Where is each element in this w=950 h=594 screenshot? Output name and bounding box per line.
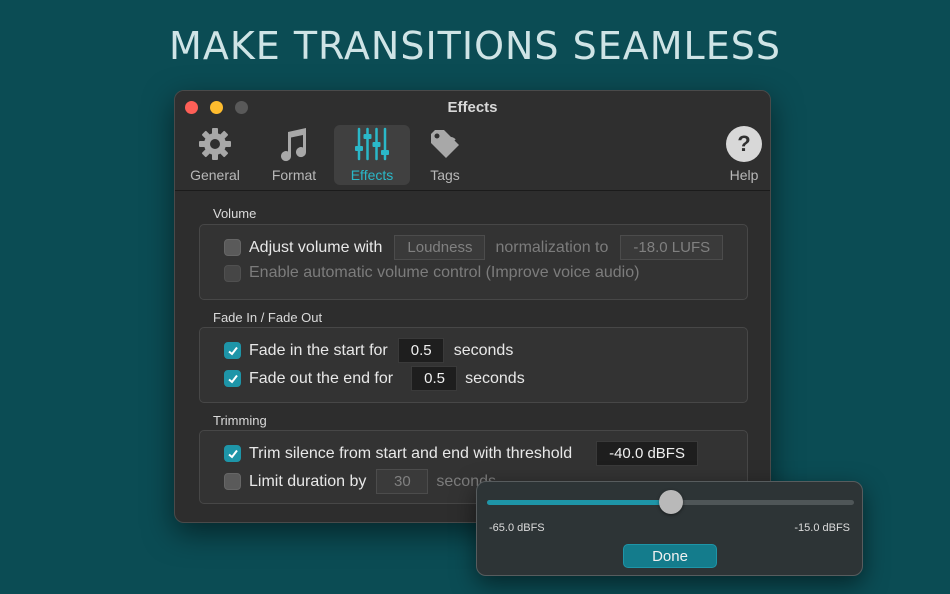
- threshold-popover: -65.0 dBFS -15.0 dBFS Done: [476, 481, 863, 576]
- fade-out-checkbox[interactable]: [224, 370, 241, 387]
- target-loudness-field[interactable]: -18.0 LUFS: [620, 235, 724, 260]
- fade-out-duration-field[interactable]: 0.5: [411, 366, 458, 391]
- auto-volume-row: Enable automatic volume control (Improve…: [224, 264, 639, 282]
- fade-in-checkbox[interactable]: [224, 342, 241, 359]
- headline: MAKE TRANSITIONS SEAMLESS: [169, 24, 781, 68]
- fade-out-unit: seconds: [465, 369, 525, 387]
- slider-min-label: -65.0 dBFS: [489, 522, 545, 534]
- done-button[interactable]: Done: [623, 544, 717, 568]
- fade-in-row: Fade in the start for 0.5 seconds: [224, 338, 513, 363]
- limit-duration-label: Limit duration by: [249, 472, 367, 490]
- volume-section-title: Volume: [213, 206, 257, 221]
- sliders-icon: [354, 125, 390, 163]
- tab-format[interactable]: Format: [256, 125, 332, 185]
- help-icon: ?: [726, 125, 762, 163]
- gear-icon: [197, 125, 233, 163]
- fade-section-title: Fade In / Fade Out: [213, 310, 323, 325]
- trim-silence-label: Trim silence from start and end with thr…: [249, 444, 573, 462]
- tab-general[interactable]: General: [177, 125, 253, 185]
- limit-duration-row: Limit duration by 30 seconds: [224, 469, 496, 494]
- help-button[interactable]: ? Help: [706, 125, 770, 185]
- threshold-slider-thumb[interactable]: [658, 490, 683, 514]
- auto-volume-label: Enable automatic volume control (Improve…: [249, 264, 640, 281]
- fade-in-unit: seconds: [453, 341, 514, 359]
- tab-label: General: [190, 167, 240, 183]
- settings-content: Volume Adjust volume with Loudness norma…: [175, 191, 770, 522]
- tab-label: Tags: [430, 167, 460, 183]
- adjust-volume-checkbox[interactable]: [224, 239, 241, 256]
- adjust-volume-label: Adjust volume with: [249, 238, 383, 256]
- effects-window: Effects General Format Effects Tags ? He…: [174, 90, 771, 523]
- fade-group: Fade in the start for 0.5 seconds Fade o…: [199, 327, 748, 403]
- threshold-field[interactable]: -40.0 dBFS: [596, 441, 698, 466]
- normalization-label: normalization to: [495, 238, 609, 256]
- threshold-slider[interactable]: [487, 490, 854, 514]
- fade-in-duration-field[interactable]: 0.5: [397, 338, 444, 363]
- fade-in-label: Fade in the start for: [249, 341, 388, 359]
- tab-tags[interactable]: Tags: [407, 125, 483, 185]
- title-bar: Effects General Format Effects Tags ? He…: [175, 91, 770, 191]
- help-glyph: ?: [726, 126, 762, 162]
- fade-out-row: Fade out the end for 0.5 seconds: [224, 366, 525, 391]
- limit-duration-field[interactable]: 30: [376, 469, 429, 494]
- tab-label: Help: [729, 167, 759, 183]
- loudness-mode-select[interactable]: Loudness: [394, 235, 486, 260]
- tag-icon: [427, 125, 463, 163]
- volume-group: Adjust volume with Loudness normalizatio…: [199, 224, 748, 300]
- fade-out-label: Fade out the end for: [249, 369, 394, 387]
- music-note-icon: [276, 125, 312, 163]
- trim-silence-row: Trim silence from start and end with thr…: [224, 441, 698, 466]
- window-title: Effects: [447, 99, 498, 116]
- limit-duration-checkbox[interactable]: [224, 473, 241, 490]
- tab-label: Effects: [350, 167, 394, 183]
- tab-label: Format: [271, 167, 317, 183]
- tab-effects[interactable]: Effects: [334, 125, 410, 185]
- slider-max-label: -15.0 dBFS: [794, 522, 850, 534]
- threshold-slider-fill: [487, 500, 671, 505]
- trimming-section-title: Trimming: [213, 413, 267, 428]
- trim-silence-checkbox[interactable]: [224, 445, 241, 462]
- adjust-volume-row: Adjust volume with Loudness normalizatio…: [224, 235, 724, 260]
- auto-volume-checkbox[interactable]: [224, 264, 241, 282]
